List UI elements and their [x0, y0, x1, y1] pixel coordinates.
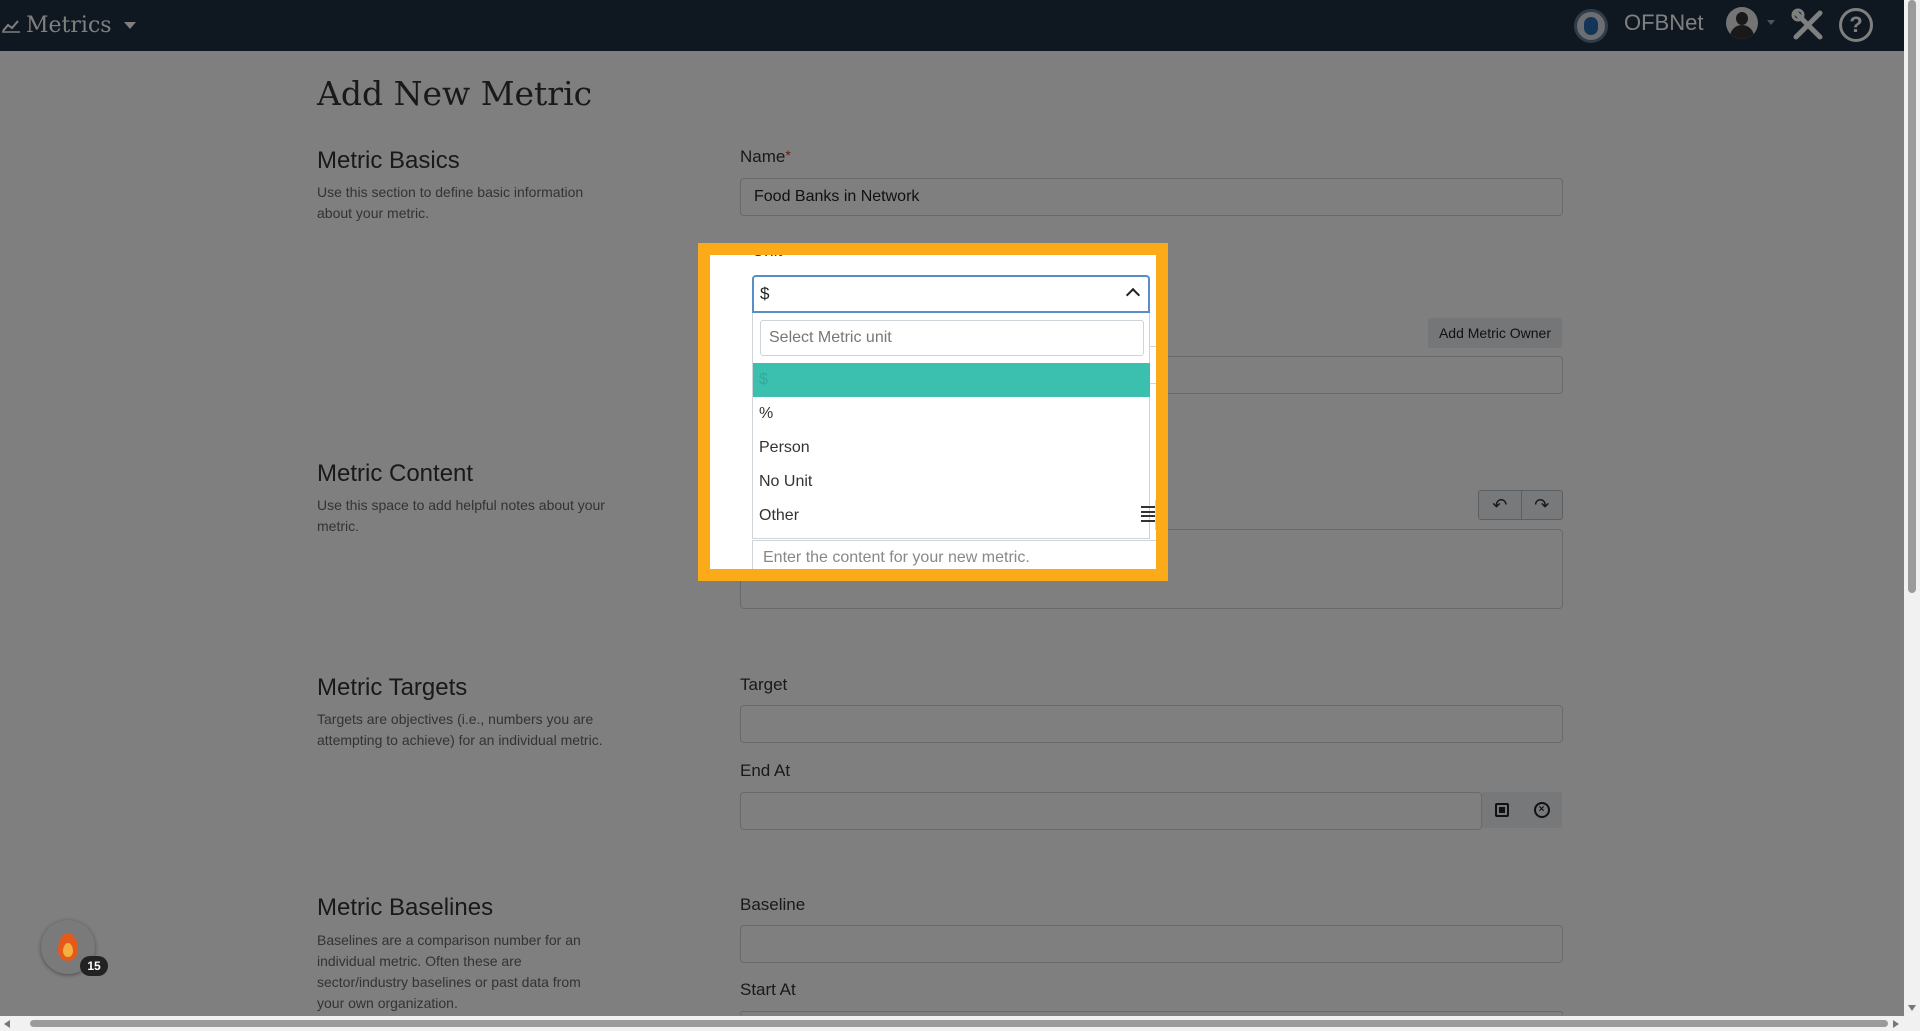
unit-option[interactable]: Other	[753, 499, 1150, 533]
vertical-scrollbar[interactable]	[1904, 0, 1920, 1031]
scroll-down-arrow-icon[interactable]	[1908, 1005, 1916, 1011]
unit-search-placeholder: Select Metric unit	[769, 329, 892, 346]
unit-option[interactable]: Person	[753, 431, 1150, 465]
unit-search-input[interactable]: Select Metric unit	[760, 320, 1144, 356]
horizontal-scrollbar-thumb[interactable]	[30, 1020, 1888, 1027]
notification-count-badge: 15	[80, 956, 108, 976]
scroll-left-arrow-icon[interactable]	[4, 1020, 10, 1028]
unit-dropdown-panel: Select Metric unit $ % Person No Unit Ot…	[752, 313, 1150, 539]
flame-icon	[58, 933, 78, 961]
chevron-up-icon	[1125, 287, 1141, 303]
unit-select[interactable]: $	[752, 275, 1150, 313]
scroll-right-arrow-icon[interactable]	[1893, 1020, 1899, 1028]
unit-option[interactable]: No Unit	[753, 465, 1150, 499]
highlight-frame: Unit* $ Select Metric unit $ % Person No…	[698, 243, 1168, 581]
metric-owner-input-edge	[1150, 346, 1156, 384]
list-icon[interactable]	[1141, 506, 1155, 522]
content-editor-placeholder: Enter the content for your new metric.	[763, 549, 1030, 566]
content-editor-area[interactable]: Enter the content for your new metric.	[752, 540, 1156, 569]
required-mark: *	[782, 243, 788, 257]
unit-select-value: $	[760, 284, 770, 303]
unit-option[interactable]: $	[753, 363, 1150, 397]
horizontal-scrollbar[interactable]	[0, 1016, 1904, 1031]
unit-option[interactable]: %	[753, 397, 1150, 431]
unit-label: Unit*	[752, 243, 788, 260]
vertical-scrollbar-thumb[interactable]	[1908, 0, 1916, 593]
